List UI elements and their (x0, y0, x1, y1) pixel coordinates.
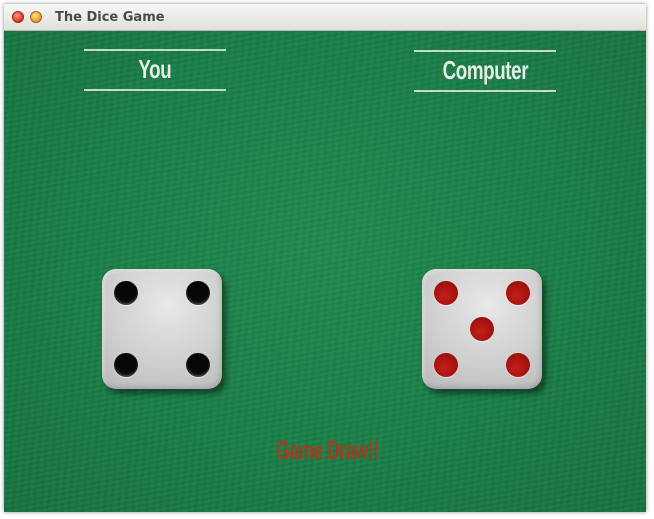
you-label-panel: You (84, 49, 226, 91)
result-text: Game Draw!! (275, 435, 379, 465)
window-title: The Dice Game (55, 10, 165, 25)
die-pip (434, 353, 458, 377)
die-pip (470, 317, 494, 341)
result-message: Game Draw!! (234, 435, 420, 466)
die-pip (114, 281, 138, 305)
computer-label-text: Computer (442, 55, 528, 85)
computer-label-bottom-rule (414, 90, 556, 92)
computer-die (422, 269, 542, 389)
you-label: You (84, 49, 226, 91)
close-button[interactable] (12, 11, 24, 23)
minimize-button[interactable] (30, 11, 42, 23)
die-pip (506, 281, 530, 305)
computer-label: Computer (414, 50, 556, 92)
computer-label-panel: Computer (414, 50, 556, 92)
die-pip (506, 353, 530, 377)
game-table: You Computer Game Draw!! (4, 31, 646, 512)
dice-game-window: The Dice Game You Computer Game Draw!! (4, 4, 646, 512)
die-pip (114, 353, 138, 377)
you-label-bottom-rule (84, 89, 226, 91)
you-label-text: You (138, 54, 172, 84)
title-bar: The Dice Game (4, 4, 646, 31)
die-pip (434, 281, 458, 305)
die-pip (186, 353, 210, 377)
player-die (102, 269, 222, 389)
die-pip (186, 281, 210, 305)
